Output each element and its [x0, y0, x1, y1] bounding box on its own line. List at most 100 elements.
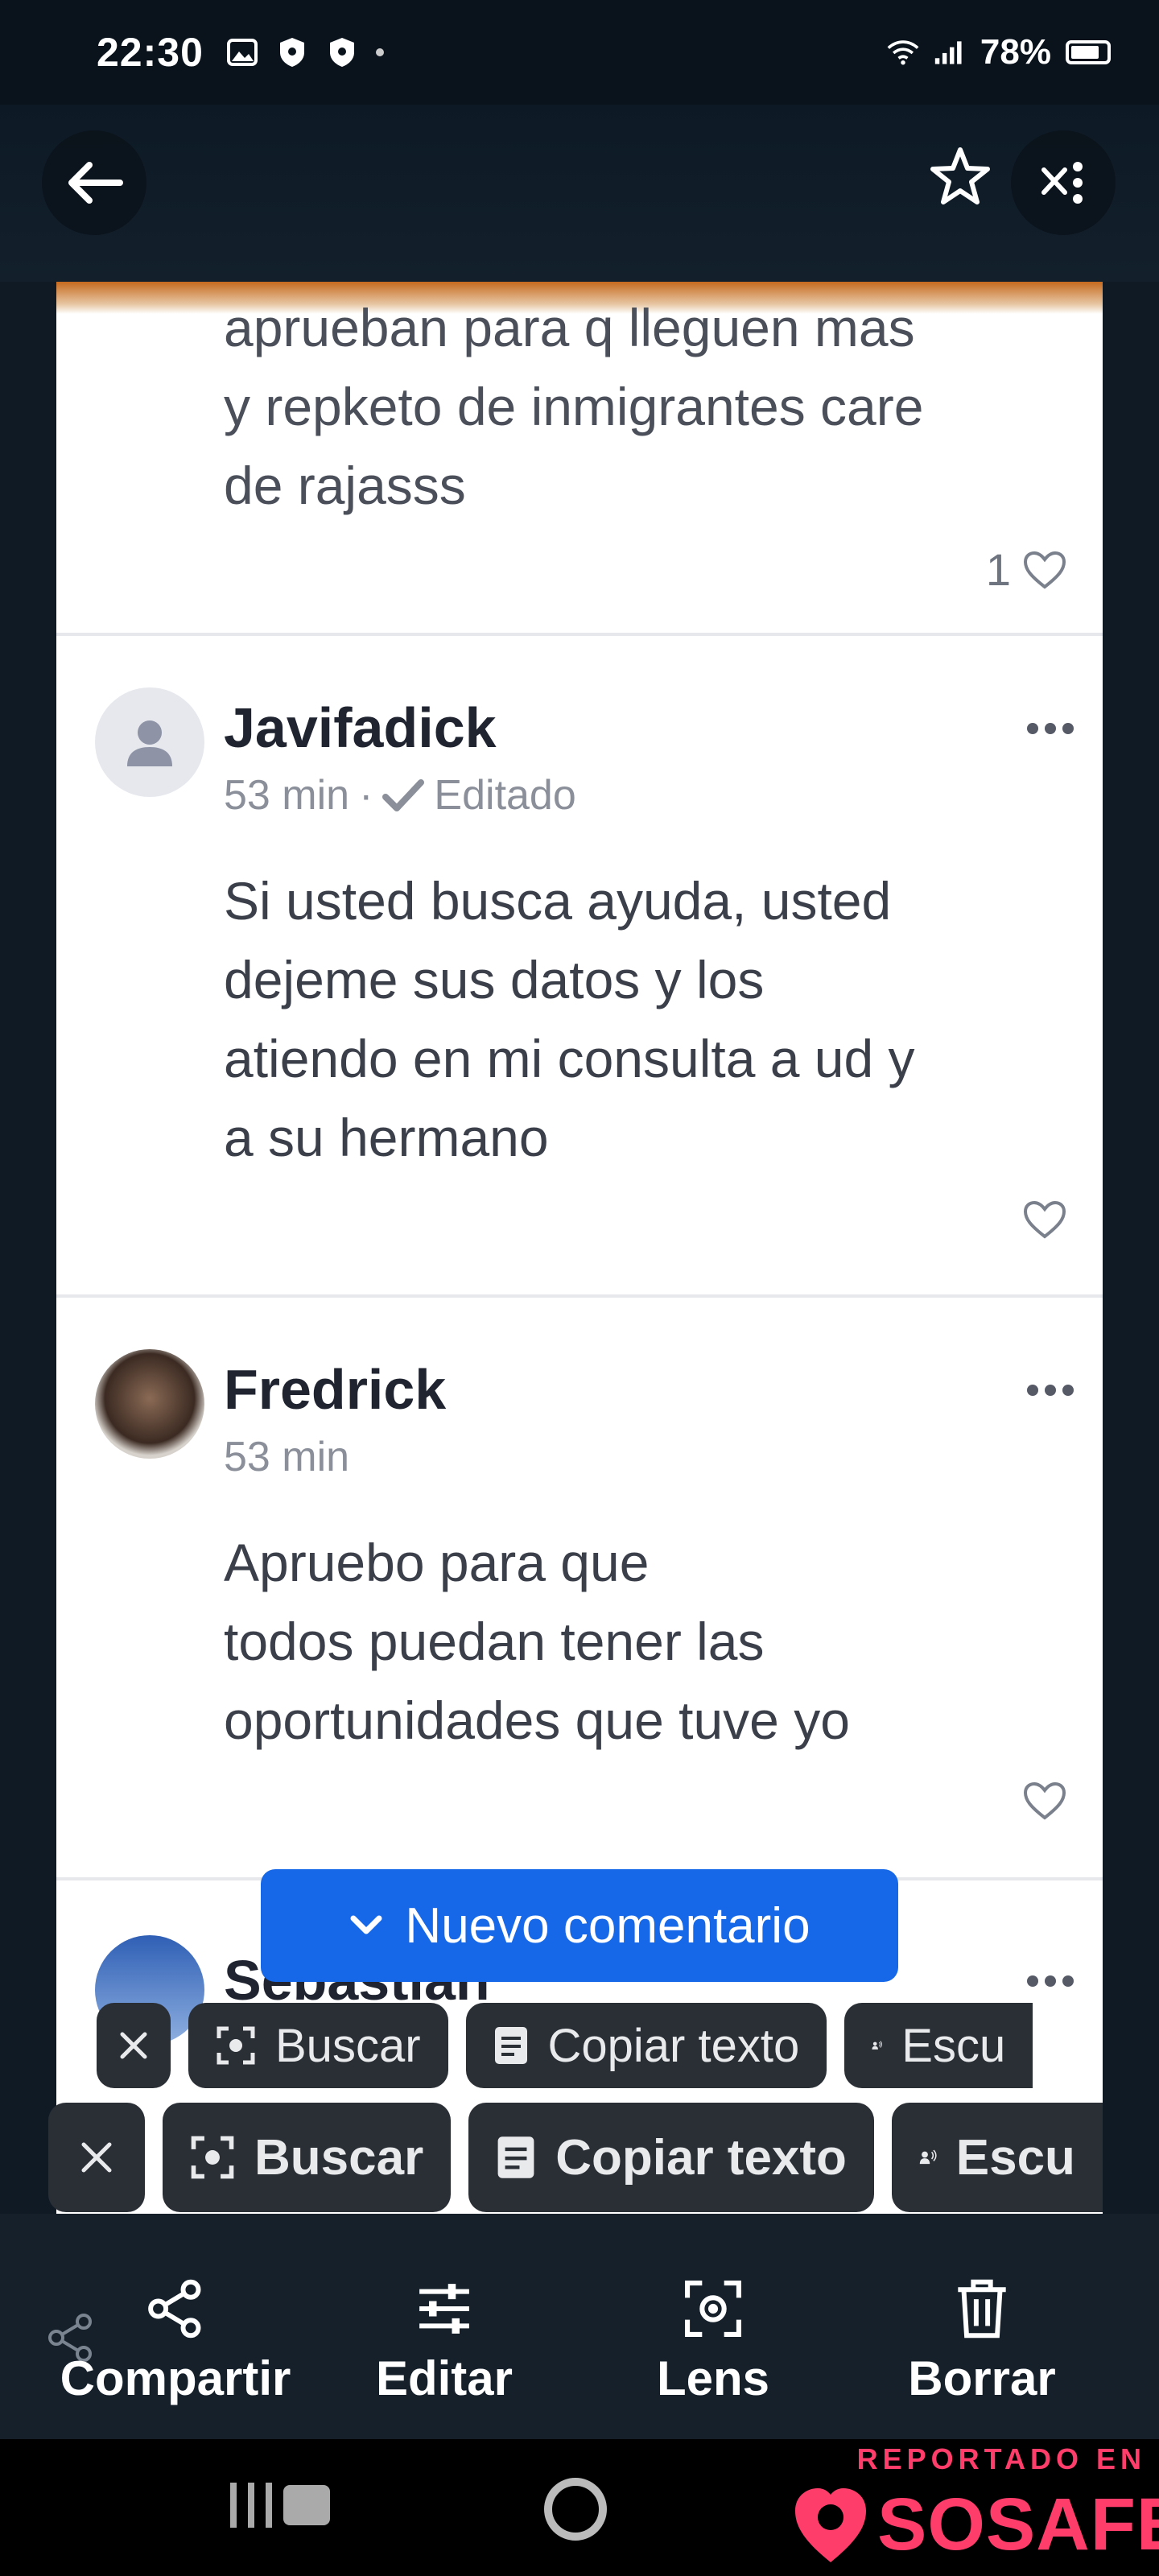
watermark-brand-text: SOSAFE — [877, 2483, 1159, 2566]
comment-text: Si usted busca ayuda, usted dejeme sus d… — [224, 861, 1077, 1177]
sliders-icon — [419, 2284, 469, 2334]
like-area[interactable] — [1022, 1781, 1067, 1821]
user-icon — [127, 720, 172, 766]
search-chip-label: Buscar — [254, 2129, 424, 2186]
avatar[interactable] — [95, 687, 204, 797]
watermark-brand: SOSAFE — [792, 2483, 1159, 2567]
lens-chip-row: Buscar Copiar texto Escu — [48, 2103, 1103, 2212]
arrow-left-icon — [68, 162, 123, 204]
status-bar: 22:30 78% — [0, 0, 1159, 105]
recents-button[interactable] — [230, 2483, 330, 2528]
star-icon — [930, 147, 990, 204]
comment-author[interactable]: Fredrick — [224, 1357, 446, 1422]
new-comment-label: Nuevo comentario — [405, 1897, 810, 1954]
search-chip[interactable]: Buscar — [188, 2003, 448, 2088]
back-button[interactable] — [42, 130, 146, 235]
lens-search-icon — [191, 2136, 234, 2179]
comment-line: de rajasss — [224, 456, 466, 515]
notification-icons — [226, 36, 384, 68]
chevron-down-icon — [350, 1915, 382, 1934]
comment-line: atiendo en mi consulta a ud y — [224, 1029, 915, 1088]
meta-separator: · — [359, 772, 373, 819]
edit-label: Editar — [375, 2351, 514, 2405]
comment-menu-button[interactable] — [1027, 1975, 1074, 1987]
wifi-icon — [887, 36, 919, 68]
battery-icon — [1066, 40, 1111, 64]
comment-line: oportunidades que tuve yo — [224, 1690, 850, 1750]
comment-line: dejeme sus datos y los — [224, 950, 765, 1009]
share-button[interactable]: Compartir — [60, 2278, 291, 2406]
gallery-notification-icon — [226, 36, 258, 68]
lens-icon — [685, 2281, 741, 2337]
sosafe-logo-icon — [795, 2487, 866, 2562]
comment-text: Apruebo para que todos puedan tener las … — [224, 1523, 1077, 1760]
lens-button[interactable]: Lens — [649, 2278, 777, 2406]
comment-line: todos puedan tener las — [224, 1612, 765, 1671]
copy-text-chip-label: Copiar texto — [547, 2019, 800, 2072]
edit-button[interactable]: Editar — [372, 2278, 517, 2406]
like-area[interactable]: 1 — [986, 543, 1067, 596]
delete-label: Borrar — [908, 2351, 1056, 2405]
listen-chip-label: Escu — [955, 2129, 1075, 2186]
comment-line: Si usted busca ayuda, usted — [224, 871, 892, 931]
heart-icon[interactable] — [1022, 1781, 1067, 1821]
status-time: 22:30 — [97, 30, 204, 75]
speaker-person-icon — [872, 2041, 883, 2050]
comment-item: Javifadick 53 min · Editado Si usted bus… — [56, 636, 1103, 1296]
comment-author[interactable]: Javifadick — [224, 696, 497, 760]
lens-chip-row-inner: Buscar Copiar texto Escu — [97, 2003, 1033, 2088]
comment-line: Apruebo para que — [224, 1533, 650, 1592]
watermark: REPORTADO EN SOSAFE — [792, 2434, 1159, 2576]
watermark-caption: REPORTADO EN — [856, 2442, 1146, 2475]
check-icon — [382, 779, 425, 811]
comment-time: 53 min — [224, 1434, 350, 1480]
close-chip-button[interactable] — [48, 2103, 145, 2212]
comment-menu-button[interactable] — [1027, 723, 1074, 734]
copy-text-chip-label: Copiar texto — [555, 2129, 847, 2186]
battery-percent: 78% — [980, 32, 1051, 72]
comment-line: a su hermano — [224, 1108, 549, 1167]
home-button[interactable] — [544, 2478, 607, 2541]
close-icon — [81, 2142, 112, 2173]
comment-line: aprueban para q lleguen mas — [224, 298, 915, 357]
listen-chip[interactable]: Escu — [844, 2003, 1033, 2088]
trash-icon — [958, 2279, 1006, 2339]
favorite-button[interactable] — [908, 124, 1013, 229]
comment-item: Fredrick 53 min Apruebo para que todos p… — [56, 1298, 1103, 1877]
comment-meta: 53 min — [224, 1433, 349, 1481]
delete-button[interactable]: Borrar — [901, 2278, 1062, 2406]
listen-chip[interactable]: Escu — [891, 2103, 1103, 2212]
like-area[interactable] — [1022, 1199, 1067, 1240]
like-count: 1 — [985, 544, 1011, 595]
more-notifications-dot — [375, 48, 384, 56]
edited-label: Editado — [434, 772, 576, 819]
copy-text-chip[interactable]: Copiar texto — [468, 2103, 874, 2212]
close-chip-button[interactable] — [97, 2003, 171, 2088]
comment-text: aprueban para q lleguen mas y repketo de… — [224, 288, 1077, 525]
viewer-bottom-bar: Compartir Editar Lens Borrar — [0, 2214, 1159, 2439]
comment-meta: 53 min · Editado — [224, 771, 576, 819]
avatar[interactable] — [95, 1349, 204, 1459]
document-icon — [497, 2136, 534, 2178]
viewer-top-bar — [0, 105, 1159, 282]
lens-label: Lens — [656, 2351, 770, 2405]
new-comment-button[interactable]: Nuevo comentario — [261, 1869, 898, 1982]
search-chip-label: Buscar — [275, 2019, 421, 2072]
search-chip[interactable]: Buscar — [163, 2103, 452, 2212]
more-vertical-icon — [1041, 162, 1083, 204]
system-icons: 78% — [887, 32, 1111, 72]
share-icon — [148, 2279, 201, 2339]
more-options-button[interactable] — [1011, 130, 1116, 235]
shield-icon — [326, 36, 358, 68]
copy-text-chip[interactable]: Copiar texto — [465, 2003, 827, 2088]
document-icon — [494, 2027, 527, 2064]
speaker-person-icon — [919, 2149, 937, 2165]
close-icon — [120, 2032, 147, 2059]
share-label: Compartir — [60, 2351, 291, 2405]
shield-icon — [276, 36, 308, 68]
heart-icon[interactable] — [1022, 550, 1067, 590]
heart-icon[interactable] — [1022, 1199, 1067, 1240]
lens-search-icon — [217, 2026, 255, 2065]
comment-time: 53 min — [224, 772, 350, 819]
comment-menu-button[interactable] — [1027, 1385, 1074, 1396]
